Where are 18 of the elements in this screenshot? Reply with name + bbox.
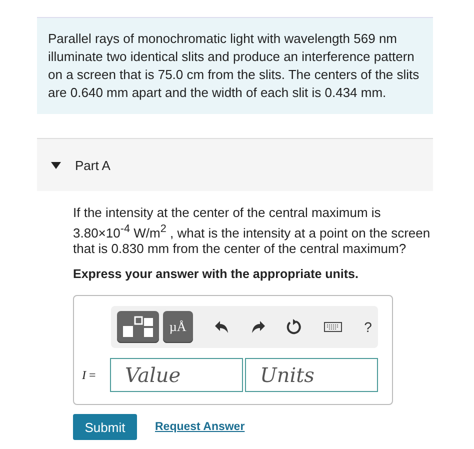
variable-label: I = [82,368,97,383]
template-button[interactable] [117,311,159,344]
instruction-text: Express your answer with the appropriate units. [73,267,360,282]
keyboard-icon[interactable] [324,322,342,332]
submit-button[interactable]: Submit [73,414,137,440]
reset-icon[interactable] [286,319,302,336]
template-icon [121,315,155,340]
part-header[interactable]: Part A [37,138,433,191]
units-field[interactable]: Units [245,358,378,392]
undo-icon[interactable] [214,321,229,334]
request-answer-link[interactable]: Request Answer [155,421,245,434]
part-title: Part A [75,158,110,172]
value-field[interactable]: Value [110,358,243,392]
problem-text: Parallel rays of monochromatic light with wavelength 569 nm illuminate two identical slits and produce an interference pattern on a screen that is 75.0 cm from the slits. The centers of the slits are 0.640 mm apart and the width of each slit is 0.434 mm. [48,30,420,102]
redo-icon[interactable] [250,321,265,334]
units-button[interactable]: µÅ [162,311,193,344]
help-button[interactable]: ? [364,319,372,336]
question-text: If the intensity at the center of the central maximum is 3.80×10$^{-4}$ W/m$^{2}$ , what is the intensity at a point on the screen that is 0.830 mm from the center of the central maximum? [73,205,432,258]
